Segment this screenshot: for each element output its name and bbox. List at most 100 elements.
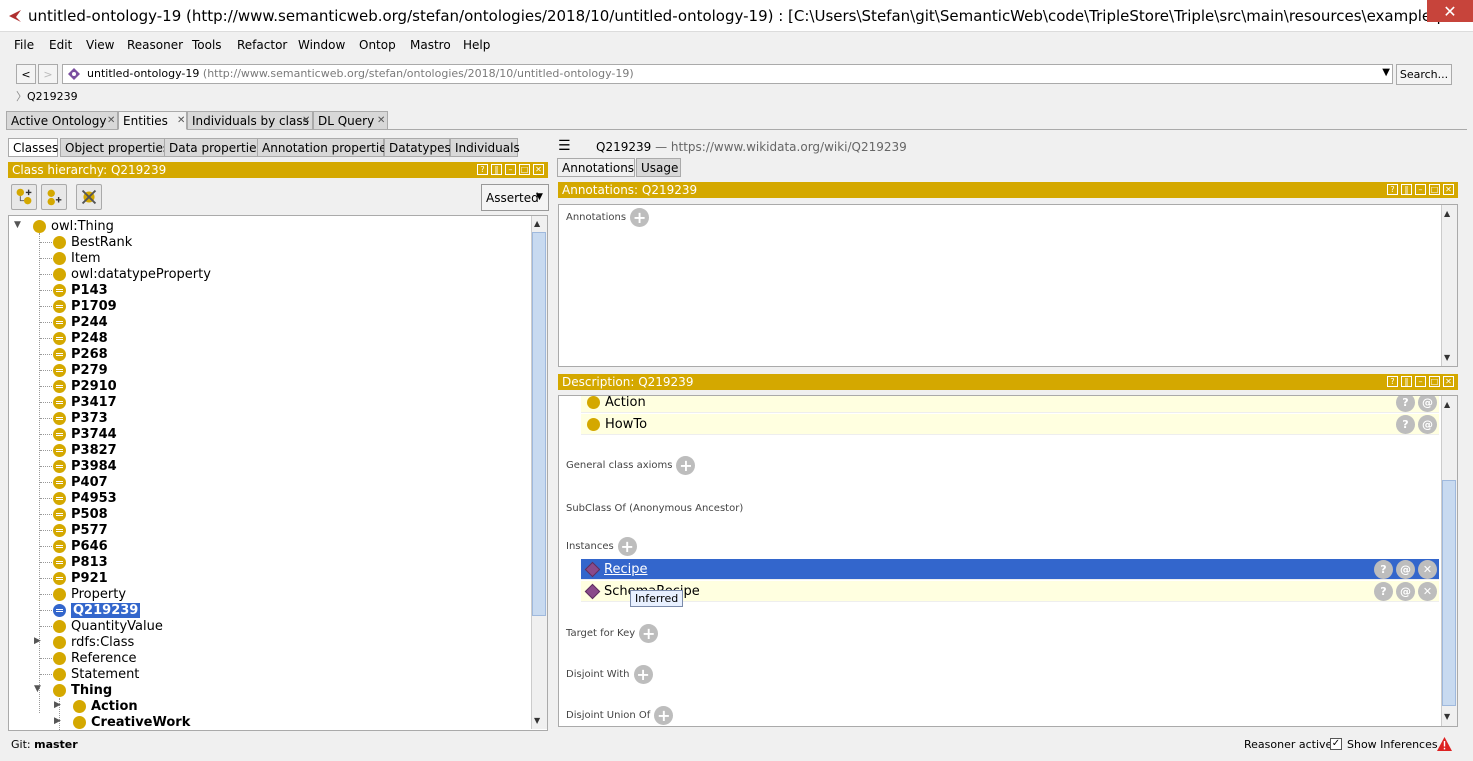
close-icon[interactable]: ✕ <box>107 115 115 126</box>
add-general-class-axiom-button[interactable]: + <box>676 456 696 475</box>
tree-node[interactable]: P3984 <box>53 458 117 474</box>
delete-icon[interactable]: ✕ <box>1418 582 1437 601</box>
tree-node[interactable]: P3827 <box>53 442 117 458</box>
maximize-icon[interactable]: □ <box>1429 376 1440 387</box>
menu-icon[interactable]: ☰ <box>558 138 571 154</box>
tree-node[interactable]: Reference <box>53 650 136 666</box>
annotate-icon[interactable]: @ <box>1418 415 1437 434</box>
split-icon[interactable]: ‖ <box>1401 376 1412 387</box>
tree-node[interactable]: P2910 <box>53 378 117 394</box>
close-icon[interactable]: ✕ <box>377 115 385 126</box>
search-button[interactable]: Search... <box>1396 64 1452 85</box>
explain-icon[interactable]: ? <box>1374 582 1393 601</box>
minimize-icon[interactable]: – <box>1415 376 1426 387</box>
help-icon[interactable]: ? <box>1387 184 1398 195</box>
tree-node[interactable]: P508 <box>53 506 108 522</box>
maximize-icon[interactable]: □ <box>519 164 530 175</box>
minimize-icon[interactable]: – <box>1415 184 1426 195</box>
expand-icon[interactable]: ▶ <box>54 700 61 710</box>
tree-node[interactable]: BestRank <box>53 234 132 250</box>
close-icon[interactable]: ✕ <box>177 115 185 126</box>
menu-tools[interactable]: Tools <box>192 38 222 52</box>
add-sibling-button[interactable] <box>41 184 67 210</box>
add-disjoint-button[interactable]: + <box>633 665 653 684</box>
warning-icon[interactable] <box>1437 737 1452 751</box>
minimize-icon[interactable]: – <box>505 164 516 175</box>
add-subclass-button[interactable] <box>11 184 37 210</box>
tree-node[interactable]: P646 <box>53 538 108 554</box>
tab-annotations[interactable]: Annotations <box>557 158 635 177</box>
menu-file[interactable]: File <box>14 38 34 52</box>
description-scroll-thumb[interactable] <box>1442 480 1456 706</box>
tree-node[interactable]: P3744 <box>53 426 117 442</box>
close-icon[interactable]: ✕ <box>533 164 544 175</box>
tree-node[interactable]: P279 <box>53 362 108 378</box>
back-button[interactable]: < <box>16 64 36 84</box>
forward-button[interactable]: > <box>38 64 58 84</box>
scroll-down-icon[interactable]: ▼ <box>1444 353 1450 362</box>
tree-node[interactable]: CreativeWork <box>73 714 190 730</box>
tab-dl-query[interactable]: DL Query ✕ <box>313 111 388 130</box>
tab-object-properties[interactable]: Object properties <box>60 138 169 157</box>
split-icon[interactable]: ‖ <box>1401 184 1412 195</box>
explain-icon[interactable]: ? <box>1396 396 1415 412</box>
tab-active-ontology[interactable]: Active Ontology ✕ <box>6 111 118 130</box>
scroll-up-icon[interactable]: ▲ <box>1444 209 1450 218</box>
annotate-icon[interactable]: @ <box>1396 560 1415 579</box>
menu-refactor[interactable]: Refactor <box>237 38 287 52</box>
tab-annotation-properties[interactable]: Annotation properties <box>257 138 393 157</box>
menu-view[interactable]: View <box>86 38 114 52</box>
close-icon[interactable]: ✕ <box>302 115 310 126</box>
tab-individuals[interactable]: Individuals <box>450 138 520 157</box>
tree-node[interactable]: P577 <box>53 522 108 538</box>
explain-icon[interactable]: ? <box>1374 560 1393 579</box>
tree-node[interactable]: P244 <box>53 314 108 330</box>
show-inferences-label[interactable]: Show Inferences <box>1347 738 1438 751</box>
tree-node[interactable]: Item <box>53 250 101 266</box>
active-ontology-selector[interactable]: untitled-ontology-19 (http://www.semanti… <box>62 64 1393 84</box>
tree-node-selected[interactable]: Q219239 <box>53 602 141 618</box>
tree-node[interactable]: P248 <box>53 330 108 346</box>
superclass-row[interactable]: HowTo ? @ <box>581 414 1439 435</box>
tree-node[interactable]: P1709 <box>53 298 117 314</box>
breadcrumb-item[interactable]: Q219239 <box>27 90 78 103</box>
tree-node[interactable]: P143 <box>53 282 108 298</box>
tree-node[interactable]: P268 <box>53 346 108 362</box>
menu-mastro[interactable]: Mastro <box>410 38 451 52</box>
delete-class-button[interactable] <box>76 184 102 210</box>
instance-row-selected[interactable]: Recipe ? @ ✕ <box>581 559 1439 580</box>
collapse-icon[interactable]: ▼ <box>14 220 21 230</box>
menu-ontop[interactable]: Ontop <box>359 38 396 52</box>
tab-datatypes[interactable]: Datatypes <box>384 138 451 157</box>
tree-node[interactable]: Property <box>53 586 126 602</box>
maximize-icon[interactable]: □ <box>1429 184 1440 195</box>
annotate-icon[interactable]: @ <box>1396 582 1415 601</box>
menu-window[interactable]: Window <box>298 38 345 52</box>
collapse-icon[interactable]: ▼ <box>34 684 41 694</box>
instance-row[interactable]: SchemaRecipe ?@✕ <box>581 581 1439 602</box>
tree-node[interactable]: Action <box>73 698 138 714</box>
close-icon[interactable]: ✕ <box>1443 184 1454 195</box>
window-close-button[interactable]: ✕ <box>1427 0 1473 22</box>
expand-icon[interactable]: ▶ <box>54 716 61 726</box>
split-icon[interactable]: ‖ <box>491 164 502 175</box>
tab-individuals-by-class[interactable]: Individuals by class ✕ <box>187 111 313 130</box>
hierarchy-mode-select[interactable]: Asserted ▼ <box>481 184 549 211</box>
scroll-down-icon[interactable]: ▼ <box>534 716 540 725</box>
add-annotation-button[interactable]: + <box>630 208 650 227</box>
tree-node[interactable]: P813 <box>53 554 108 570</box>
tree-node[interactable]: P921 <box>53 570 108 586</box>
tree-node[interactable]: rdfs:Class <box>53 634 134 650</box>
class-tree-scroll-thumb[interactable] <box>532 232 546 616</box>
tree-node[interactable]: P4953 <box>53 490 117 506</box>
help-icon[interactable]: ? <box>477 164 488 175</box>
description-scrollbar[interactable]: ▲ ▼ <box>1441 396 1457 726</box>
scroll-up-icon[interactable]: ▲ <box>1444 400 1450 409</box>
tree-node[interactable]: owl:Thing <box>33 218 114 234</box>
superclass-row[interactable]: Action ? @ <box>581 396 1439 413</box>
menu-reasoner[interactable]: Reasoner <box>127 38 183 52</box>
menu-edit[interactable]: Edit <box>49 38 72 52</box>
close-icon[interactable]: ✕ <box>1443 376 1454 387</box>
tree-node[interactable]: owl:datatypeProperty <box>53 266 211 282</box>
scroll-up-icon[interactable]: ▲ <box>534 219 540 228</box>
